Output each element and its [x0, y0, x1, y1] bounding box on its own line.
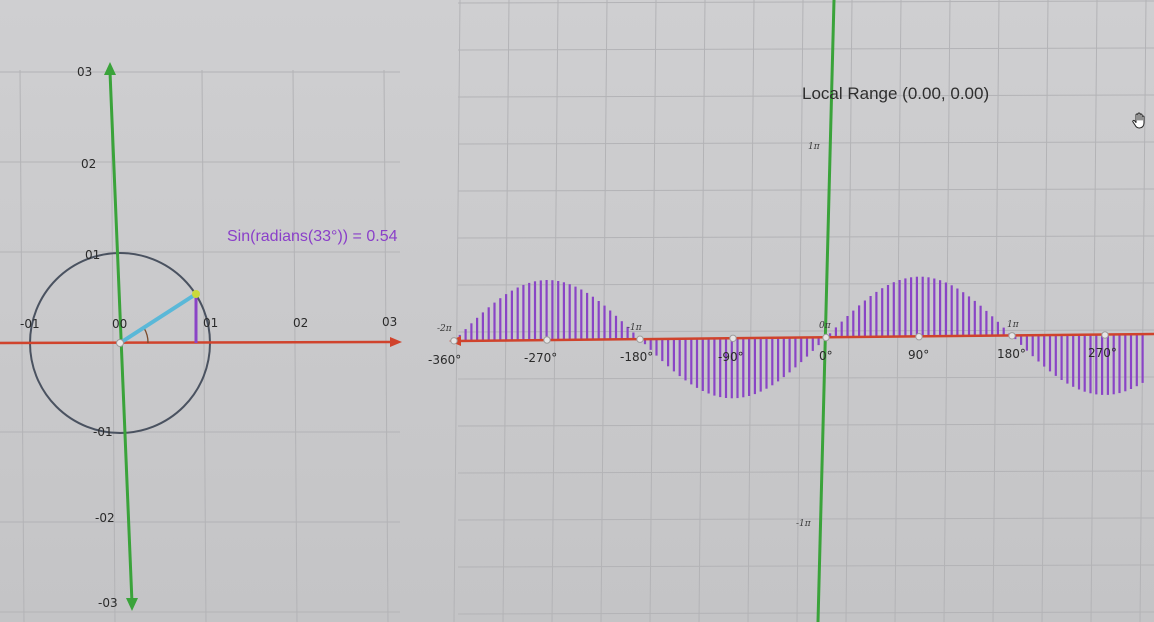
degree-tick-label: 0° [819, 349, 833, 363]
degree-tick-label: -360° [428, 353, 461, 367]
y-tick-label: 02 [81, 157, 96, 171]
x-tick-label: -01 [20, 317, 40, 331]
degree-marker [450, 337, 458, 345]
degree-tick-label: -180° [620, 350, 653, 364]
x-tick-label: 03 [382, 315, 397, 329]
pi-tick-label: -2π [437, 324, 453, 334]
y-tick-label: 03 [77, 65, 92, 79]
degree-marker [822, 333, 830, 342]
degree-marker [915, 333, 923, 341]
x-tick-label: 00 [112, 317, 127, 331]
degree-marker [543, 336, 551, 344]
sine-formula: Sin(radians(33°)) = 0.54 [227, 228, 398, 245]
degree-marker [636, 335, 644, 343]
y-tick-label: -03 [98, 596, 118, 610]
y-tick-label: 01 [85, 248, 100, 262]
y-tick-label: -01 [93, 425, 113, 439]
degree-tick-label: -270° [524, 351, 557, 365]
radius-endpoint [192, 290, 200, 298]
pi-tick-label: 0π [819, 321, 832, 331]
degree-marker [1101, 331, 1109, 339]
degree-marker [1008, 332, 1016, 340]
degree-tick-label: 180° [997, 347, 1026, 361]
y-pi-tick-label: 1π [808, 142, 821, 152]
degree-tick-label: -90° [718, 350, 744, 364]
pi-tick-label: 1π [1007, 320, 1020, 330]
graph-scene: -01 00 01 02 03 03 02 01 -01 -02 -03 Sin… [0, 0, 1154, 622]
local-range-title: Local Range (0.00, 0.00) [802, 84, 989, 103]
y-tick-label: -02 [95, 511, 115, 525]
x-tick-label: 02 [293, 316, 308, 330]
x-tick-label: 01 [203, 316, 218, 330]
degree-tick-label: 270° [1088, 346, 1117, 360]
degree-marker [729, 334, 737, 342]
degree-tick-label: 90° [908, 348, 929, 362]
origin-point [116, 339, 124, 347]
pi-tick-label: -1π [627, 323, 643, 333]
hand-cursor-icon [1132, 112, 1145, 129]
y-pi-tick-label: -1π [796, 519, 812, 529]
